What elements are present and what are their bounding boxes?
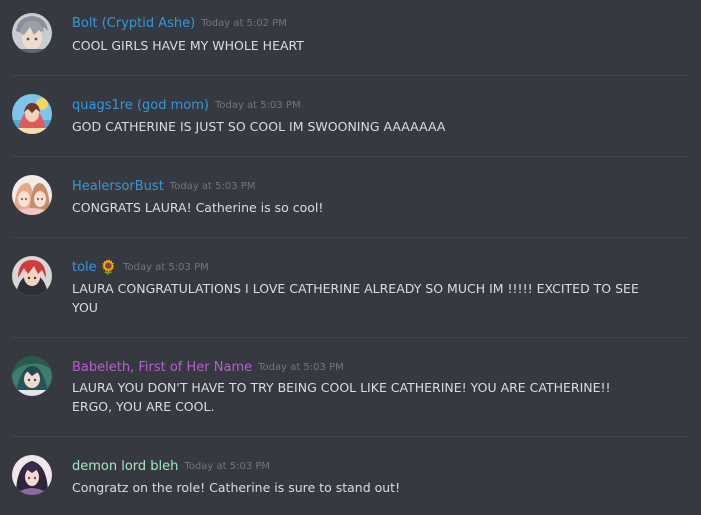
username[interactable]: quags1re (god mom) (72, 98, 209, 113)
divider (12, 156, 687, 157)
timestamp: Today at 5:03 PM (184, 461, 271, 472)
timestamp: Today at 5:03 PM (123, 262, 209, 273)
message-header: demon lord bleh Today at 5:03 PM (72, 456, 270, 474)
message-content: LAURA YOU DON'T HAVE TO TRY BEING COOL L… (72, 380, 611, 414)
sunflower-icon: 🌻 (99, 260, 118, 276)
message-header: Bolt (Cryptid Ashe) Today at 5:02 PM (72, 13, 287, 31)
username[interactable]: tole (72, 260, 97, 275)
message-header: tole 🌻 Today at 5:03 PM (72, 257, 209, 276)
divider (12, 237, 687, 238)
username[interactable]: HealersorBust (72, 179, 164, 194)
username[interactable]: demon lord bleh (72, 459, 178, 474)
message-header: HealersorBust Today at 5:03 PM (72, 176, 255, 194)
avatar[interactable] (12, 356, 52, 396)
avatar[interactable] (12, 13, 52, 53)
avatar[interactable] (12, 256, 52, 296)
timestamp: Today at 5:03 PM (169, 181, 256, 192)
message-content: CONGRATS LAURA! Catherine is so cool! (72, 200, 324, 215)
message-content: LAURA CONGRATULATIONS I LOVE CATHERINE A… (72, 281, 639, 315)
message-header: quags1re (god mom) Today at 5:03 PM (72, 95, 301, 113)
divider (12, 436, 687, 437)
timestamp: Today at 5:03 PM (214, 100, 301, 111)
divider (12, 75, 687, 76)
message-header: Babeleth, First of Her Name Today at 5:03… (72, 357, 344, 375)
username[interactable]: Babeleth, First of Her Name (72, 360, 252, 375)
timestamp: Today at 5:03 PM (258, 362, 344, 373)
timestamp: Today at 5:02 PM (201, 18, 287, 29)
message-content: GOD CATHERINE IS JUST SO COOL IM SWOONIN… (72, 119, 446, 134)
avatar[interactable] (12, 94, 52, 134)
message-content: Congratz on the role! Catherine is sure … (72, 480, 401, 495)
username[interactable]: Bolt (Cryptid Ashe) (72, 16, 195, 31)
avatar[interactable] (12, 455, 52, 495)
divider (12, 337, 687, 338)
avatar[interactable] (12, 175, 52, 215)
message-content: COOL GIRLS HAVE MY WHOLE HEART (72, 38, 304, 53)
